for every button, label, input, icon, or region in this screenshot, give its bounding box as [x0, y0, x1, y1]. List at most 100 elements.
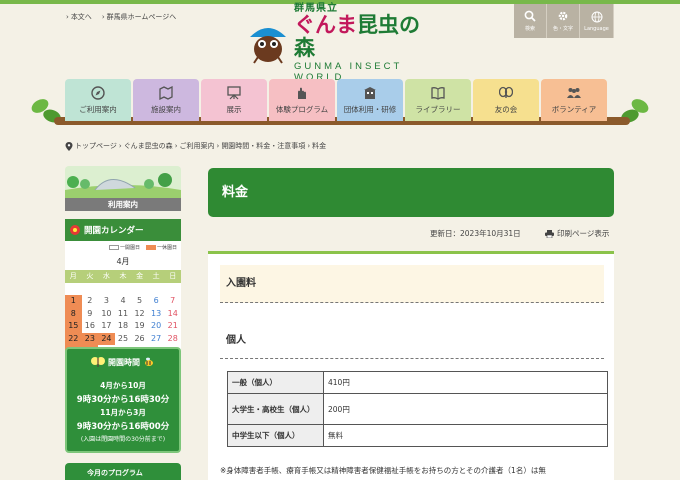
calendar-day — [82, 283, 99, 296]
print-label: 印刷ページ表示 — [557, 229, 610, 238]
print-page-link[interactable]: 印刷ページ表示 — [545, 228, 609, 239]
calendar-dow: 金 — [131, 270, 148, 283]
calendar-day — [65, 283, 82, 296]
calendar-day: 28 — [167, 333, 178, 343]
nav-item[interactable]: 施設案内 — [133, 79, 199, 121]
fee-label: 大学生・高校生（個人） — [227, 393, 324, 425]
book-icon — [431, 86, 445, 100]
calendar-title: 開園カレンダー — [84, 226, 144, 236]
site-logo[interactable]: 群馬県立 ぐんま昆虫の森 GUNMA INSECT WORLD — [246, 3, 436, 83]
calendar-dow: 水 — [98, 270, 115, 283]
hours-time2: 9時30分から16時00分 — [76, 422, 170, 432]
nav-item[interactable]: 友の会 — [473, 79, 539, 121]
hours-title: 開園時間 — [67, 356, 179, 368]
globe-icon — [591, 11, 602, 22]
nav-item[interactable]: 体験プログラム — [269, 79, 335, 121]
breadcrumb: トップページ › ぐんま昆虫の森 › ご利用案内 › 開園時間・料金・注意事項 › 料金 — [65, 141, 326, 151]
legend-open: 一開園日 — [119, 245, 140, 251]
breadcrumb-item[interactable]: トップページ — [75, 141, 117, 151]
section-heading-admission: 入園料 — [220, 265, 604, 303]
calendar-day — [148, 283, 165, 296]
table-row: 中学生以下（個人） 無料 — [227, 424, 608, 447]
top-links: 本文へ 群馬県ホームページへ — [66, 12, 176, 22]
calendar-dow: 火 — [81, 270, 99, 283]
bee-icon — [145, 357, 153, 366]
map-icon — [159, 85, 173, 100]
nav-item[interactable]: 団体利用・研修 — [337, 79, 403, 121]
hours-time1: 9時30分から16時30分 — [76, 395, 170, 405]
guide-banner[interactable]: 利用案内 — [65, 166, 181, 211]
color-text-label: 色・文字 — [552, 26, 573, 32]
fee-table: 一般（個人） 410円 大学生・高校生（個人） 200円 中学生以下（個人） 無… — [227, 371, 608, 447]
utility-buttons: 検索 色・文字 Language — [514, 4, 614, 38]
program-label: 今月のプログラム — [87, 469, 143, 477]
monthly-program-banner[interactable]: 今月のプログラム — [65, 463, 181, 480]
calendar-day: 26 — [134, 333, 145, 343]
language-button[interactable]: Language — [580, 4, 614, 38]
nav-item[interactable]: 展示 — [201, 79, 267, 121]
nav-item-label: 体験プログラム — [275, 104, 329, 114]
breadcrumb-item[interactable]: ぐんま昆虫の森 — [124, 141, 173, 151]
language-label: Language — [584, 25, 609, 32]
calendar-day: 20 — [151, 321, 162, 330]
printer-icon — [545, 229, 554, 238]
guide-banner-label: 利用案内 — [65, 198, 181, 211]
calendar-month: 4月 — [116, 257, 130, 266]
map-pin-icon — [65, 141, 73, 151]
color-text-button[interactable]: 色・文字 — [547, 4, 580, 38]
calendar-day: 4 — [120, 296, 126, 305]
search-icon — [524, 10, 536, 22]
gear-icon — [558, 11, 568, 21]
fee-value: 無料 — [323, 424, 608, 447]
nav-item[interactable]: ご利用案内 — [65, 79, 131, 121]
hours-season2: 11月から3月 — [100, 408, 146, 417]
calendar-day: 5 — [137, 296, 143, 305]
skip-to-content-link[interactable]: 本文へ — [66, 12, 92, 22]
nav-item-label: ボランティア — [551, 104, 597, 114]
fee-value: 200円 — [323, 393, 608, 425]
flower-icon — [70, 225, 80, 235]
calendar-day: 3 — [103, 296, 109, 305]
calendar-day: 25 — [117, 333, 129, 343]
updated-date: 更新日：2023年10月31日 — [430, 229, 521, 238]
breadcrumb-item[interactable]: 開園時間・料金・注意事項 — [221, 141, 305, 151]
global-nav: ご利用案内 施設案内 展示 体験プログラム 団体利用・研修 ライブラリー 友の会 ボランティア — [65, 79, 607, 121]
gunma-pref-link[interactable]: 群馬県ホームページへ — [102, 12, 177, 22]
calendar-day — [98, 283, 115, 296]
butterfly-icon — [499, 86, 513, 98]
opening-calendar: 開園カレンダー 一開園日 一休園日 4月 月火水木金土日 1 2 3 4 5 6 7 8 9 10 1… — [65, 219, 181, 358]
calendar-day: 7 — [170, 296, 176, 305]
compass-icon — [91, 85, 105, 100]
calendar-day: 19 — [134, 321, 145, 330]
page-title: 料金 — [208, 168, 614, 217]
calendar-day: 17 — [101, 321, 112, 330]
calendar-dow: 日 — [164, 270, 181, 283]
calendar-day: 14 — [167, 308, 178, 318]
nav-item-label: ライブラリー — [415, 104, 461, 114]
search-button[interactable]: 検索 — [514, 4, 547, 38]
hours-season1: 4月から10月 — [100, 381, 146, 390]
calendar-grid: 月火水木金土日 1 2 3 4 5 6 7 8 9 10 11 12 13 14 15 16 17 18 19 20 21… — [65, 270, 181, 358]
hand-icon — [298, 87, 306, 99]
calendar-day — [115, 283, 132, 296]
breadcrumb-item[interactable]: ご利用案内 — [180, 141, 215, 151]
calendar-dow: 月 — [65, 270, 82, 283]
calendar-day: 13 — [151, 308, 162, 318]
calendar-day: 2 — [87, 296, 93, 305]
calendar-day — [131, 283, 148, 296]
nav-item-label: ご利用案内 — [79, 104, 117, 114]
calendar-day: 8 — [65, 307, 82, 320]
nav-item[interactable]: ライブラリー — [405, 79, 471, 121]
calendar-day: 11 — [117, 308, 129, 318]
nav-item[interactable]: ボランティア — [541, 79, 607, 121]
building-illustration-icon — [65, 166, 181, 200]
people-icon — [567, 87, 581, 98]
section-heading-individual: 個人 — [220, 323, 604, 359]
fee-footnote: ※身体障害者手帳、療育手帳又は精神障害者保健福祉手帳をお持ちの方とその介護者（1… — [220, 466, 546, 475]
calendar-day: 12 — [134, 308, 145, 318]
calendar-day: 23 — [81, 332, 99, 345]
calendar-header: 開園カレンダー — [65, 219, 181, 241]
calendar-day: 10 — [101, 308, 112, 318]
table-row: 大学生・高校生（個人） 200円 — [227, 393, 608, 425]
nav-item-label: 施設案内 — [151, 104, 181, 114]
